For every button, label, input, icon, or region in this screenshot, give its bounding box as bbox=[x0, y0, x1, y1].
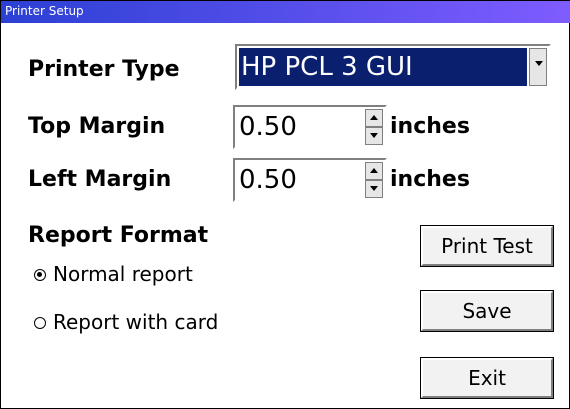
exit-button[interactable]: Exit bbox=[420, 357, 554, 399]
arrow-up-icon bbox=[370, 168, 378, 173]
printer-type-label: Printer Type bbox=[28, 57, 180, 82]
save-button[interactable]: Save bbox=[420, 290, 554, 332]
radio-unselected-icon[interactable] bbox=[34, 317, 46, 329]
top-margin-decrement-button[interactable] bbox=[365, 127, 383, 145]
left-margin-increment-button[interactable] bbox=[365, 162, 383, 180]
top-margin-label: Top Margin bbox=[28, 114, 166, 139]
radio-report-with-card-label[interactable]: Report with card bbox=[53, 310, 218, 334]
chevron-down-icon bbox=[535, 61, 543, 66]
top-margin-spinbox[interactable]: 0.50 bbox=[233, 105, 387, 149]
printer-type-selected: HP PCL 3 GUI bbox=[239, 48, 527, 86]
printer-setup-window: Printer Setup Printer Type HP PCL 3 GUI … bbox=[0, 0, 570, 409]
arrow-up-icon bbox=[370, 115, 378, 120]
radio-normal-report-label[interactable]: Normal report bbox=[53, 262, 193, 286]
arrow-down-icon bbox=[370, 186, 378, 191]
left-margin-decrement-button[interactable] bbox=[365, 180, 383, 198]
report-format-label: Report Format bbox=[28, 223, 209, 248]
left-margin-value[interactable]: 0.50 bbox=[239, 165, 297, 195]
radio-selected-icon[interactable] bbox=[34, 269, 46, 281]
window-title: Printer Setup bbox=[5, 4, 84, 18]
top-margin-value[interactable]: 0.50 bbox=[239, 112, 297, 142]
print-test-button[interactable]: Print Test bbox=[420, 225, 554, 267]
dropdown-arrow-button[interactable] bbox=[529, 48, 547, 86]
top-margin-unit: inches bbox=[390, 114, 470, 139]
left-margin-unit: inches bbox=[390, 167, 470, 192]
arrow-down-icon bbox=[370, 133, 378, 138]
printer-type-dropdown[interactable]: HP PCL 3 GUI bbox=[235, 44, 551, 90]
title-bar[interactable]: Printer Setup bbox=[1, 1, 570, 23]
left-margin-spinbox[interactable]: 0.50 bbox=[233, 158, 387, 202]
left-margin-label: Left Margin bbox=[28, 167, 172, 192]
top-margin-increment-button[interactable] bbox=[365, 109, 383, 127]
